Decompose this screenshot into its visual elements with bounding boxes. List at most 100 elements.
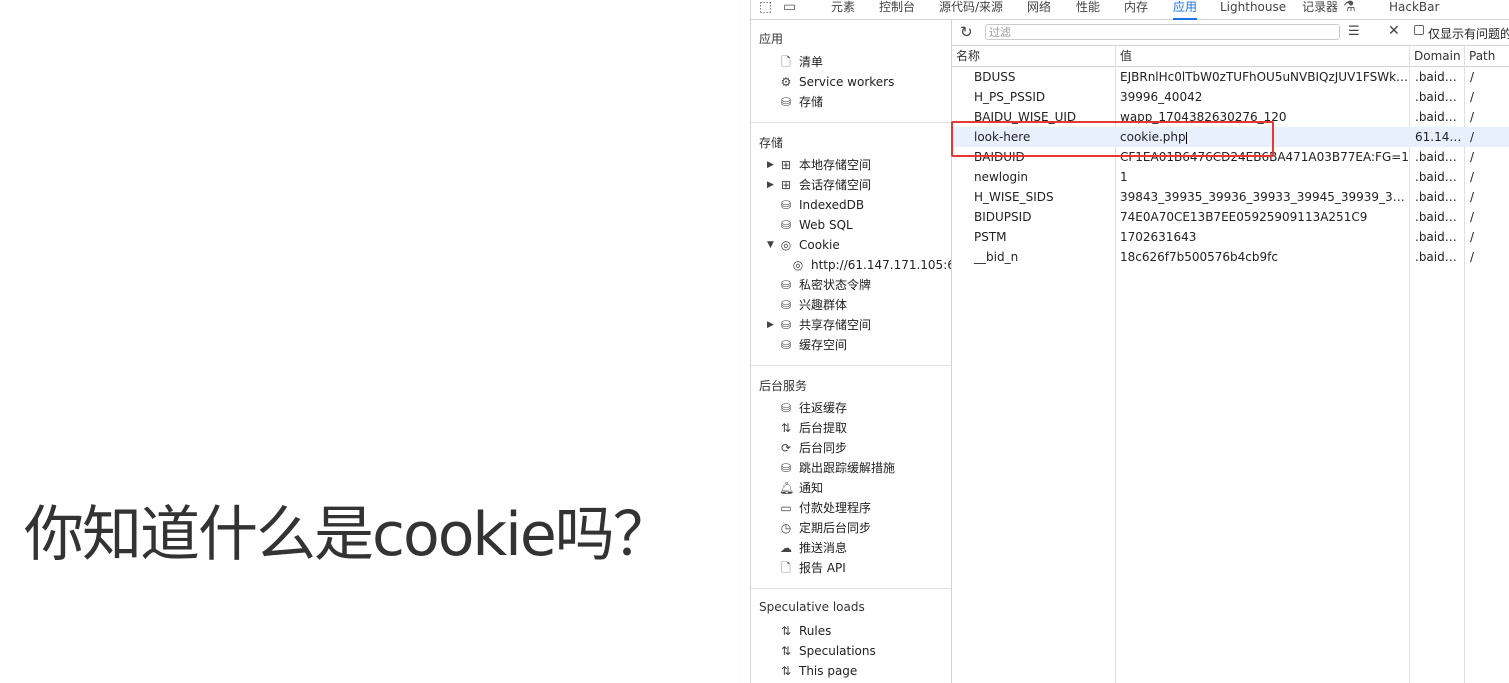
sidebar-item-service-workers[interactable]: ⚙ Service workers xyxy=(779,72,895,92)
cookie-domain-cell[interactable]: .baidu.... xyxy=(1411,147,1464,167)
tab-hackbar[interactable]: HackBar xyxy=(1389,0,1439,18)
cookie-value-cell[interactable]: 18c626f7b500576b4cb9fc xyxy=(1116,247,1410,267)
sidebar-item-indexeddb[interactable]: ⛁ IndexedDB xyxy=(779,195,864,215)
expand-arrow-icon[interactable]: ▶ xyxy=(767,155,774,175)
cookie-name-cell[interactable]: BDUSS xyxy=(970,67,1116,87)
sidebar-item-web-sql[interactable]: ⛁ Web SQL xyxy=(779,215,853,235)
table-row[interactable]: newlogin 1 .baidu.... / xyxy=(952,167,1509,187)
close-icon[interactable]: ✕ xyxy=(1388,23,1400,39)
tab-console[interactable]: 控制台 xyxy=(879,0,915,18)
cookie-domain-cell[interactable]: .baidu.... xyxy=(1411,247,1464,267)
cookie-icon: ◎ xyxy=(792,258,804,272)
tab-elements[interactable]: 元素 xyxy=(831,0,855,18)
tab-network[interactable]: 网络 xyxy=(1027,0,1051,18)
device-toolbar-icon[interactable]: ▭ xyxy=(783,0,801,14)
sidebar-item-interest-groups[interactable]: ⛁ 兴趣群体 xyxy=(779,295,847,315)
cookie-name-cell[interactable]: H_PS_PSSID xyxy=(970,87,1116,107)
cookie-domain-cell[interactable]: .baidu.... xyxy=(1411,67,1464,87)
cookie-name-cell[interactable]: __bid_n xyxy=(970,247,1116,267)
cookie-value-cell[interactable]: 1 xyxy=(1116,167,1410,187)
tab-performance[interactable]: 性能 xyxy=(1076,0,1100,18)
sidebar-item-session-storage[interactable]: ▶ ⊞ 会话存储空间 xyxy=(767,175,871,195)
column-header-path[interactable]: Path xyxy=(1465,46,1509,66)
column-header-value[interactable]: 值 xyxy=(1116,46,1410,66)
sidebar-item-cookies[interactable]: ▼ ◎ Cookie xyxy=(767,235,840,255)
column-header-name[interactable]: 名称 xyxy=(952,46,1116,66)
cookie-name-cell[interactable]: newlogin xyxy=(970,167,1116,187)
sidebar-item-this-page[interactable]: ⇅ This page xyxy=(779,661,857,681)
tab-recorder[interactable]: 记录器 xyxy=(1302,0,1338,18)
cookie-value-cell[interactable]: 1702631643 xyxy=(1116,227,1410,247)
collapse-arrow-icon[interactable]: ▼ xyxy=(767,235,774,255)
table-row[interactable]: PSTM 1702631643 .baidu.... / xyxy=(952,227,1509,247)
cookie-domain-cell[interactable]: .baidu.... xyxy=(1411,167,1464,187)
cookie-name-cell[interactable]: BIDUPSID xyxy=(970,207,1116,227)
tab-lighthouse[interactable]: Lighthouse xyxy=(1220,0,1286,18)
table-row[interactable]: H_PS_PSSID 39996_40042 .baidu.... / xyxy=(952,87,1509,107)
sidebar-item-speculations[interactable]: ⇅ Speculations xyxy=(779,641,876,661)
table-row[interactable]: BDUSS EJBRnlHc0lTbW0zTUFhOU5uNVBIQzJUV1FS… xyxy=(952,67,1509,87)
filter-input[interactable]: 过滤 xyxy=(985,24,1340,40)
refresh-icon[interactable]: ↻ xyxy=(960,23,973,41)
tab-application[interactable]: 应用 xyxy=(1173,0,1198,20)
filter-toolbar: ↻ 过滤 ☰ ✕ 仅显示有问题的 xyxy=(952,20,1509,46)
column-header-domain[interactable]: Domain xyxy=(1410,46,1465,66)
cookie-domain-cell[interactable]: .baidu.... xyxy=(1411,87,1464,107)
section-title-app: 应用 xyxy=(759,32,784,46)
cookie-name-cell[interactable]: H_WISE_SIDS xyxy=(970,187,1116,207)
table-row[interactable]: __bid_n 18c626f7b500576b4cb9fc .baidu.... / xyxy=(952,247,1509,267)
cookie-path-cell[interactable]: / xyxy=(1466,167,1509,187)
sidebar-item-periodic-sync[interactable]: ◷ 定期后台同步 xyxy=(779,518,871,538)
cookie-path-cell[interactable]: / xyxy=(1466,227,1509,247)
sidebar-item-payment-handler[interactable]: ▭ 付款处理程序 xyxy=(779,498,871,518)
sidebar-item-bfcache[interactable]: ⛁ 往返缓存 xyxy=(779,398,847,418)
sidebar-item-rules[interactable]: ⇅ Rules xyxy=(779,621,831,641)
sidebar-item-cookie-origin[interactable]: ◎http://61.147.171.105:6008 xyxy=(791,255,951,275)
sidebar-item-shared-storage[interactable]: ▶ ⛁ 共享存储空间 xyxy=(767,315,871,335)
sidebar-item-notifications[interactable]: 🔔︎ 通知 xyxy=(779,478,823,498)
inspect-element-icon[interactable]: ⬚ xyxy=(759,0,777,14)
sidebar-item-background-sync[interactable]: ⟳ 后台同步 xyxy=(779,438,847,458)
sidebar-item-background-fetch[interactable]: ⇅ 后台提取 xyxy=(779,418,847,438)
cookie-domain-cell[interactable]: .baidu.... xyxy=(1411,187,1464,207)
cookie-path-cell[interactable]: / xyxy=(1466,67,1509,87)
cookie-path-cell[interactable]: / xyxy=(1466,127,1509,147)
cookie-path-cell[interactable]: / xyxy=(1466,87,1509,107)
sidebar-item-manifest[interactable]: 🗋 清单 xyxy=(779,52,823,72)
tab-memory[interactable]: 内存 xyxy=(1124,0,1148,18)
sidebar-item-private-state-tokens[interactable]: ⛁ 私密状态令牌 xyxy=(779,275,871,295)
cookie-value-cell[interactable]: EJBRnlHc0lTbW0zTUFhOU5uNVBIQzJUV1FSWkJ1a… xyxy=(1116,67,1410,87)
cookie-domain-cell[interactable]: .baidu.... xyxy=(1411,107,1464,127)
sidebar-item-local-storage[interactable]: ▶ ⊞ 本地存储空间 xyxy=(767,155,871,175)
cookie-value-cell[interactable]: 39843_39935_39936_39933_39945_39939_3999… xyxy=(1116,187,1410,207)
cookie-path-cell[interactable]: / xyxy=(1466,247,1509,267)
table-row[interactable]: H_WISE_SIDS 39843_39935_39936_39933_39945… xyxy=(952,187,1509,207)
sync-icon: ⟳ xyxy=(780,441,792,455)
sidebar-item-push-messaging[interactable]: ☁ 推送消息 xyxy=(779,538,847,558)
cookie-domain-cell[interactable]: .baidu.... xyxy=(1411,207,1464,227)
cookie-value-cell[interactable]: 39996_40042 xyxy=(1116,87,1410,107)
cookie-path-cell[interactable]: / xyxy=(1466,147,1509,167)
clear-filtered-icon[interactable]: ☰ xyxy=(1348,24,1360,39)
cookie-value-cell[interactable]: 74E0A70CE13B7EE05925909113A251C9 xyxy=(1116,207,1410,227)
up-down-arrows-icon: ⇅ xyxy=(780,624,792,638)
database-icon: ⛁ xyxy=(780,318,792,332)
table-row[interactable]: BIDUPSID 74E0A70CE13B7EE05925909113A251C9… xyxy=(952,207,1509,227)
cookie-domain-cell[interactable]: 61.147.... xyxy=(1411,127,1464,147)
cookie-path-cell[interactable]: / xyxy=(1466,107,1509,127)
cookie-path-cell[interactable]: / xyxy=(1466,187,1509,207)
cookie-path-cell[interactable]: / xyxy=(1466,207,1509,227)
sidebar-item-storage-overview[interactable]: ⛁ 存储 xyxy=(779,92,823,112)
cookie-domain-cell[interactable]: .baidu.... xyxy=(1411,227,1464,247)
database-icon: ⛁ xyxy=(780,218,792,232)
tab-sources[interactable]: 源代码/来源 xyxy=(939,0,1003,18)
expand-arrow-icon[interactable]: ▶ xyxy=(767,175,774,195)
cookie-name-cell[interactable]: PSTM xyxy=(970,227,1116,247)
sidebar-item-bounce-tracking[interactable]: ⛁ 跳出跟踪缓解措施 xyxy=(779,458,895,478)
table-icon: ⊞ xyxy=(780,178,792,192)
expand-arrow-icon[interactable]: ▶ xyxy=(767,315,774,335)
table-header: 名称 值 Domain Path xyxy=(952,46,1509,67)
sidebar-item-reporting-api[interactable]: 🗋 报告 API xyxy=(779,558,846,578)
only-issues-checkbox[interactable] xyxy=(1414,25,1424,35)
sidebar-item-cache-storage[interactable]: ⛁ 缓存空间 xyxy=(779,335,847,355)
